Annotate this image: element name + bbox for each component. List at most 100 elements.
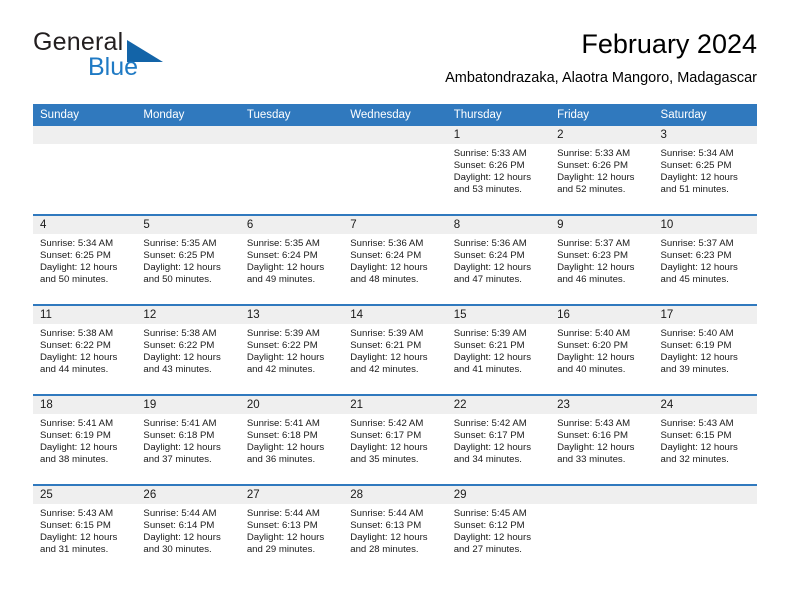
sunset-text: Sunset: 6:25 PM — [40, 250, 111, 262]
day-cell[interactable]: 1 Sunrise: 5:33 AM Sunset: 6:26 PM Daylight… — [446, 126, 551, 214]
day-number: 15 — [446, 306, 551, 324]
day-number: 4 — [33, 216, 137, 234]
day-cell[interactable]: 22 Sunrise: 5:42 AM Sunset: 6:17 PM Dayligh… — [446, 396, 551, 484]
day-info: Sunrise: 5:44 AM Sunset: 6:13 PM Daylight:… — [240, 504, 343, 556]
day-number: 2 — [550, 126, 654, 144]
day-info: Sunrise: 5:40 AM Sunset: 6:19 PM Daylight:… — [654, 324, 757, 376]
sunset-text: Sunset: 6:26 PM — [453, 160, 525, 172]
day-cell-empty — [33, 126, 137, 214]
day-cell[interactable]: 27 Sunrise: 5:44 AM Sunset: 6:13 PM Dayligh… — [239, 486, 344, 576]
day-cell[interactable]: 11 Sunrise: 5:38 AM Sunset: 6:22 PM Dayligh… — [33, 306, 137, 394]
day-number — [239, 126, 344, 144]
sunrise-text: Sunrise: 5:34 AM — [660, 148, 734, 159]
daylight-text-line1: Daylight: 12 hours — [246, 442, 325, 454]
day-cell[interactable]: 21 Sunrise: 5:42 AM Sunset: 6:17 PM Dayligh… — [343, 396, 447, 484]
weekday-thursday: Thursday — [453, 109, 502, 121]
calendar-table: Sunday Monday Tuesday Wednesday Thursday… — [33, 104, 757, 576]
day-number: 29 — [446, 486, 551, 504]
sunrise-text: Sunrise: 5:38 AM — [40, 328, 114, 339]
daylight-text-line2: and 42 minutes. — [246, 364, 316, 376]
sunrise-text: Sunrise: 5:37 AM — [660, 238, 734, 249]
day-cell[interactable]: 28 Sunrise: 5:44 AM Sunset: 6:13 PM Dayligh… — [343, 486, 447, 576]
daylight-text-line2: and 52 minutes. — [557, 184, 626, 196]
day-cell[interactable]: 23 Sunrise: 5:43 AM Sunset: 6:16 PM Dayligh… — [550, 396, 654, 484]
daylight-text-line1: Daylight: 12 hours — [143, 262, 221, 274]
day-cell[interactable]: 16 Sunrise: 5:40 AM Sunset: 6:20 PM Dayligh… — [550, 306, 654, 394]
sunrise-text: Sunrise: 5:44 AM — [143, 508, 217, 519]
sunrise-text: Sunrise: 5:40 AM — [660, 328, 734, 339]
day-cell[interactable]: 8 Sunrise: 5:36 AM Sunset: 6:24 PM Daylight… — [446, 216, 551, 304]
day-info: Sunrise: 5:40 AM Sunset: 6:20 PM Daylight:… — [550, 324, 653, 376]
day-cell[interactable]: 17 Sunrise: 5:40 AM Sunset: 6:19 PM Dayligh… — [653, 306, 757, 394]
day-cell[interactable]: 25 Sunrise: 5:43 AM Sunset: 6:15 PM Dayligh… — [33, 486, 137, 576]
daylight-text-line1: Daylight: 12 hours — [40, 352, 118, 364]
day-cell[interactable]: 7 Sunrise: 5:36 AM Sunset: 6:24 PM Daylight… — [343, 216, 447, 304]
day-number: 20 — [239, 396, 344, 414]
day-cell[interactable]: 24 Sunrise: 5:43 AM Sunset: 6:15 PM Dayligh… — [653, 396, 757, 484]
day-cell[interactable]: 2 Sunrise: 5:33 AM Sunset: 6:26 PM Daylight… — [550, 126, 654, 214]
day-cell-empty — [343, 126, 447, 214]
daylight-text-line1: Daylight: 12 hours — [660, 172, 738, 184]
sunrise-text: Sunrise: 5:41 AM — [143, 418, 217, 429]
day-number: 28 — [343, 486, 447, 504]
daylight-text-line2: and 49 minutes. — [246, 274, 316, 286]
day-cell[interactable]: 10 Sunrise: 5:37 AM Sunset: 6:23 PM Dayligh… — [653, 216, 757, 304]
daylight-text-line1: Daylight: 12 hours — [453, 442, 532, 454]
day-cell[interactable]: 20 Sunrise: 5:41 AM Sunset: 6:18 PM Dayligh… — [239, 396, 344, 484]
day-number: 18 — [33, 396, 137, 414]
day-number: 9 — [550, 216, 654, 234]
sunset-text: Sunset: 6:17 PM — [350, 430, 422, 442]
sunset-text: Sunset: 6:24 PM — [453, 250, 525, 262]
sunset-text: Sunset: 6:20 PM — [557, 340, 629, 352]
day-number: 11 — [33, 306, 137, 324]
day-cell[interactable]: 29 Sunrise: 5:45 AM Sunset: 6:12 PM Dayligh… — [446, 486, 551, 576]
sunset-text: Sunset: 6:16 PM — [557, 430, 629, 442]
sunset-text: Sunset: 6:18 PM — [143, 430, 215, 442]
day-cell[interactable]: 26 Sunrise: 5:44 AM Sunset: 6:14 PM Dayligh… — [136, 486, 240, 576]
day-cell[interactable]: 19 Sunrise: 5:41 AM Sunset: 6:18 PM Dayligh… — [136, 396, 240, 484]
day-cell[interactable]: 18 Sunrise: 5:41 AM Sunset: 6:19 PM Dayligh… — [33, 396, 137, 484]
title-block: February 2024 Ambatondrazaka, Alaotra Ma… — [445, 28, 757, 87]
day-cell[interactable]: 15 Sunrise: 5:39 AM Sunset: 6:21 PM Dayligh… — [446, 306, 551, 394]
sunrise-text: Sunrise: 5:39 AM — [246, 328, 320, 339]
daylight-text-line1: Daylight: 12 hours — [143, 532, 221, 544]
sunrise-text: Sunrise: 5:44 AM — [350, 508, 424, 519]
sunset-text: Sunset: 6:18 PM — [246, 430, 318, 442]
daylight-text-line1: Daylight: 12 hours — [350, 262, 428, 274]
daylight-text-line2: and 31 minutes. — [40, 544, 109, 556]
day-cell[interactable]: 9 Sunrise: 5:37 AM Sunset: 6:23 PM Daylight… — [550, 216, 654, 304]
day-cell[interactable]: 13 Sunrise: 5:39 AM Sunset: 6:22 PM Dayligh… — [239, 306, 344, 394]
day-cell[interactable]: 14 Sunrise: 5:39 AM Sunset: 6:21 PM Dayligh… — [343, 306, 447, 394]
daylight-text-line2: and 51 minutes. — [660, 184, 729, 196]
day-number: 12 — [136, 306, 240, 324]
sunrise-text: Sunrise: 5:39 AM — [453, 328, 527, 339]
day-info: Sunrise: 5:44 AM Sunset: 6:13 PM Daylight:… — [343, 504, 446, 556]
daylight-text-line2: and 38 minutes. — [40, 454, 109, 466]
day-number: 22 — [446, 396, 551, 414]
brand-logo[interactable]: General Blue — [33, 28, 263, 86]
daylight-text-line1: Daylight: 12 hours — [660, 262, 738, 274]
day-cell[interactable]: 3 Sunrise: 5:34 AM Sunset: 6:25 PM Daylight… — [653, 126, 757, 214]
day-number: 1 — [446, 126, 551, 144]
day-cell[interactable]: 5 Sunrise: 5:35 AM Sunset: 6:25 PM Daylight… — [136, 216, 240, 304]
sunset-text: Sunset: 6:22 PM — [40, 340, 111, 352]
day-info: Sunrise: 5:45 AM Sunset: 6:12 PM Daylight:… — [447, 504, 550, 556]
day-number: 5 — [136, 216, 240, 234]
daylight-text-line2: and 50 minutes. — [40, 274, 109, 286]
day-info: Sunrise: 5:44 AM Sunset: 6:14 PM Daylight:… — [136, 504, 239, 556]
day-info: Sunrise: 5:33 AM Sunset: 6:26 PM Daylight:… — [447, 144, 550, 196]
day-info: Sunrise: 5:34 AM Sunset: 6:25 PM Daylight:… — [33, 234, 136, 286]
day-info: Sunrise: 5:43 AM Sunset: 6:16 PM Daylight:… — [550, 414, 653, 466]
sunset-text: Sunset: 6:13 PM — [246, 520, 318, 532]
day-info: Sunrise: 5:37 AM Sunset: 6:23 PM Daylight:… — [654, 234, 757, 286]
daylight-text-line1: Daylight: 12 hours — [453, 262, 532, 274]
daylight-text-line2: and 40 minutes. — [557, 364, 626, 376]
sunrise-text: Sunrise: 5:36 AM — [350, 238, 424, 249]
page-title: February 2024 — [581, 29, 757, 59]
calendar-week-row: 1 Sunrise: 5:33 AM Sunset: 6:26 PM Daylight… — [33, 126, 757, 216]
day-cell[interactable]: 4 Sunrise: 5:34 AM Sunset: 6:25 PM Daylight… — [33, 216, 137, 304]
day-cell[interactable]: 12 Sunrise: 5:38 AM Sunset: 6:22 PM Dayligh… — [136, 306, 240, 394]
daylight-text-line1: Daylight: 12 hours — [660, 442, 738, 454]
day-number — [550, 486, 654, 504]
day-cell[interactable]: 6 Sunrise: 5:35 AM Sunset: 6:24 PM Daylight… — [239, 216, 344, 304]
